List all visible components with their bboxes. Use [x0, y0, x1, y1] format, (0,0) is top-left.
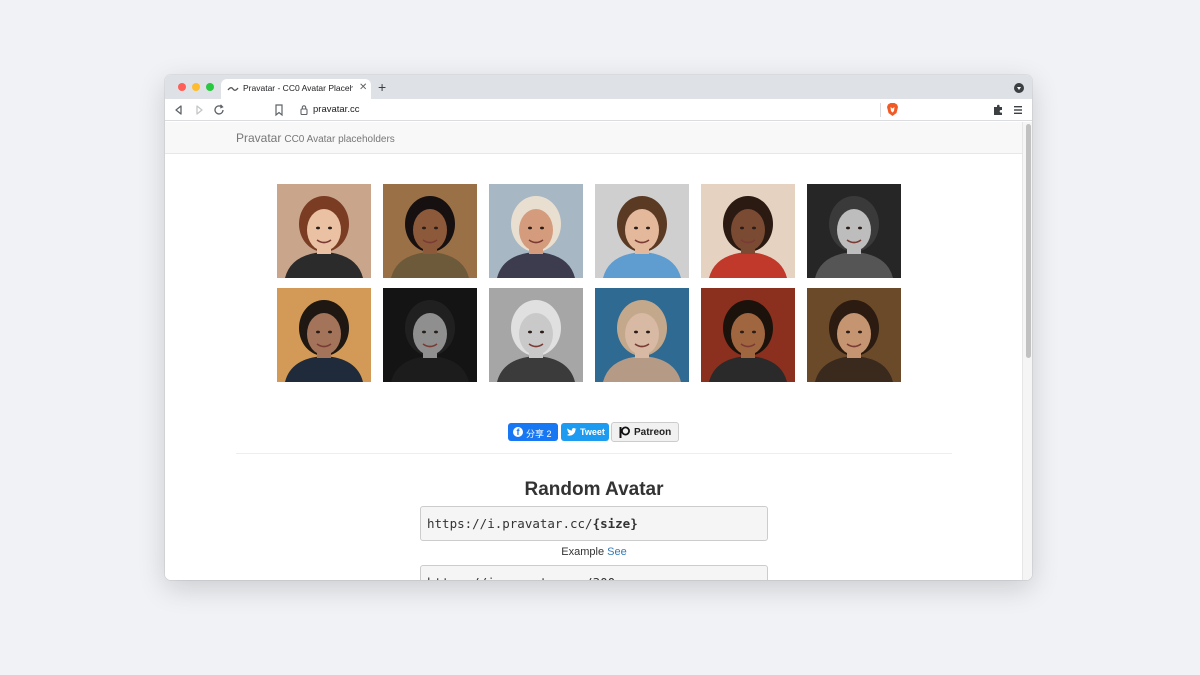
avatar-man-headphones[interactable]	[595, 184, 689, 278]
pravatar-favicon-icon	[227, 87, 239, 91]
avatar-old-man-hat[interactable]	[489, 288, 583, 382]
page-viewport: Pravatar CC0 Avatar placeholders f 分享 2 T…	[165, 122, 1032, 580]
address-bar-divider	[880, 103, 881, 117]
avatar-woman-red-hair[interactable]	[277, 184, 371, 278]
avatar-photo	[701, 288, 795, 382]
patreon-icon	[619, 426, 630, 438]
new-tab-button[interactable]: +	[378, 79, 386, 95]
tweet-button[interactable]: Tweet	[561, 423, 609, 441]
avatar-woman-dark-hair[interactable]	[383, 184, 477, 278]
brave-shields-icon[interactable]	[886, 102, 899, 117]
minimize-window-button[interactable]	[192, 83, 200, 91]
patreon-button[interactable]: Patreon	[611, 422, 679, 442]
tab-search-icon[interactable]	[1014, 83, 1024, 93]
avatar-woman-braids[interactable]	[701, 184, 795, 278]
facebook-share-label: 分享 2	[526, 429, 552, 439]
avatar-photo	[807, 184, 901, 278]
url-prefix: https://i.pravatar.cc/	[427, 516, 593, 531]
tab-title: Pravatar - CC0 Avatar Placeholders	[243, 83, 353, 93]
avatar-photo	[277, 288, 371, 382]
tweet-label: Tweet	[580, 427, 605, 437]
random-avatar-heading: Random Avatar	[524, 479, 664, 500]
menu-icon[interactable]	[1012, 103, 1024, 117]
scrollbar-thumb[interactable]	[1026, 124, 1031, 358]
browser-toolbar: pravatar.cc	[165, 99, 1032, 121]
patreon-label: Patreon	[634, 427, 672, 438]
site-navbar: Pravatar CC0 Avatar placeholders	[165, 122, 1022, 154]
avatar-photo	[489, 288, 583, 382]
site-brand-link[interactable]: Pravatar CC0 Avatar placeholders	[236, 131, 395, 145]
section-divider	[236, 453, 952, 454]
close-window-button[interactable]	[178, 83, 186, 91]
avatar-man-cowboy-hat[interactable]	[489, 184, 583, 278]
tab-bar: Pravatar - CC0 Avatar Placeholders ✕ +	[165, 75, 1032, 99]
brand-subtitle: CC0 Avatar placeholders	[284, 134, 395, 145]
avatar-photo	[383, 184, 477, 278]
avatar-photo	[489, 184, 583, 278]
avatar-photo	[701, 184, 795, 278]
extensions-icon[interactable]	[991, 103, 1005, 117]
example-label: Example	[561, 546, 605, 558]
example-url-code[interactable]: https://i.pravatar.cc/300	[420, 565, 768, 580]
avatar-man-sunglasses[interactable]	[807, 288, 901, 382]
reload-icon[interactable]	[212, 103, 226, 117]
facebook-icon: f	[513, 427, 523, 437]
twitter-bird-icon	[567, 427, 577, 436]
random-avatar-url-code[interactable]: https://i.pravatar.cc/{size}	[420, 506, 768, 541]
maximize-window-button[interactable]	[206, 83, 214, 91]
tab-pravatar[interactable]: Pravatar - CC0 Avatar Placeholders ✕	[221, 79, 371, 99]
address-bar[interactable]: pravatar.cc	[313, 104, 359, 115]
see-link[interactable]: See	[607, 546, 627, 558]
avatar-man-bw[interactable]	[807, 184, 901, 278]
back-icon[interactable]	[172, 103, 186, 117]
avatar-woman-smiling[interactable]	[701, 288, 795, 382]
avatar-photo	[383, 288, 477, 382]
avatar-man-smoke[interactable]	[595, 288, 689, 382]
avatar-man-glasses[interactable]	[277, 288, 371, 382]
avatar-photo	[277, 184, 371, 278]
avatar-photo	[807, 288, 901, 382]
lock-icon[interactable]	[299, 104, 309, 116]
tab-close-icon[interactable]: ✕	[359, 82, 367, 94]
avatar-photo	[595, 184, 689, 278]
avatar-photo	[595, 288, 689, 382]
bookmark-icon[interactable]	[273, 103, 285, 117]
browser-window: Pravatar - CC0 Avatar Placeholders ✕ + p…	[165, 75, 1032, 580]
example-line: Example See	[394, 546, 794, 558]
avatar-man-dark-portrait[interactable]	[383, 288, 477, 382]
forward-icon[interactable]	[192, 103, 206, 117]
url-size-param: {size}	[592, 516, 638, 531]
page-scrollbar[interactable]	[1022, 122, 1032, 580]
brand-name: Pravatar	[236, 131, 282, 145]
facebook-share-button[interactable]: f 分享 2	[508, 423, 558, 441]
